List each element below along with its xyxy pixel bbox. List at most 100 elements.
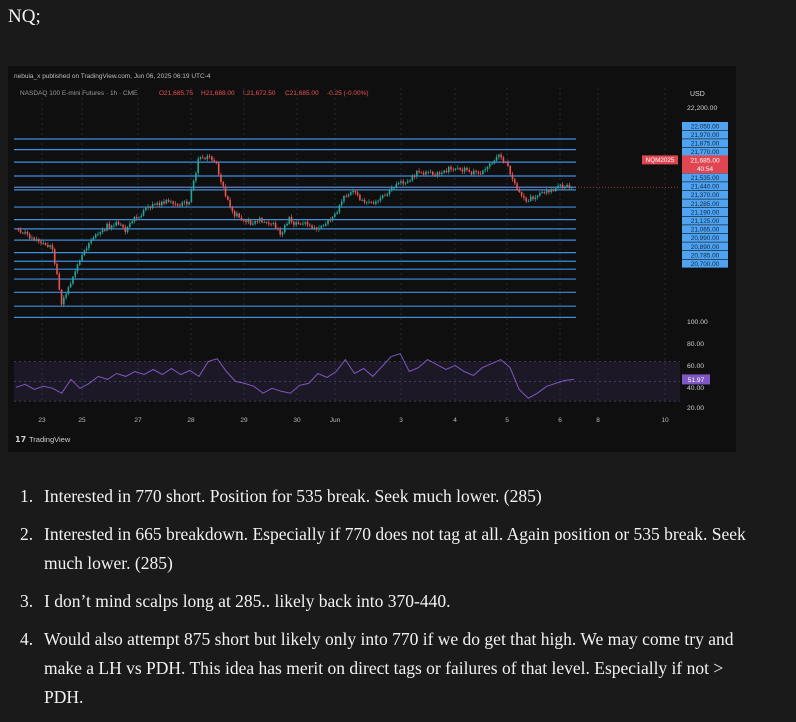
note-item: 4. Would also attempt 875 short but likel…: [20, 625, 760, 712]
candle-body: [131, 221, 133, 224]
candle-body: [329, 219, 332, 221]
candle-body: [199, 157, 202, 159]
candle-body: [167, 200, 170, 202]
candle-body: [195, 172, 197, 181]
candle-body: [518, 189, 521, 193]
current-price-label: 21,685.00: [690, 157, 720, 164]
note-text: I don’t mind scalps long at 285.. likely…: [44, 591, 451, 611]
note-number: 1.: [20, 486, 34, 506]
candle-body: [509, 165, 512, 175]
candle-body: [461, 169, 464, 172]
candle-body: [37, 239, 40, 242]
candle-body: [256, 221, 259, 222]
time-axis: 23 25 27 28 29 30 Jun 3 4 5 6 8 10: [38, 417, 669, 424]
note-number: 2.: [20, 524, 34, 544]
candle-body: [56, 263, 58, 275]
candle-body: [138, 217, 140, 219]
candle-body: [113, 225, 115, 227]
candle-body: [104, 229, 106, 231]
candle-body: [306, 222, 309, 225]
candle-body: [564, 186, 566, 189]
candle-body: [67, 287, 70, 295]
candle-body: [534, 197, 537, 200]
candle-body: [436, 172, 439, 176]
candle-body: [290, 217, 293, 222]
candle-body: [327, 219, 329, 224]
candle-body: [375, 201, 377, 204]
candle-body: [568, 184, 571, 188]
candle-body: [452, 169, 455, 171]
note-text: Interested in 665 breakdown. Especially …: [44, 524, 746, 573]
candle-body: [174, 203, 177, 205]
candle-body: [160, 201, 163, 206]
note-number: 3.: [20, 591, 34, 611]
candle-body: [63, 297, 65, 305]
candle-body: [422, 172, 425, 175]
candle-body: [147, 206, 149, 208]
candle-body: [297, 222, 300, 224]
rsi-tick-label: 60.00: [687, 363, 704, 370]
candle-body: [304, 222, 307, 224]
candle-body: [277, 227, 279, 230]
candle-body: [281, 232, 284, 235]
candle-body: [265, 222, 268, 223]
time-tick-label: 6: [558, 417, 562, 424]
rsi-tick-label: 40.00: [687, 385, 704, 392]
candle-body: [475, 170, 477, 173]
time-tick-label: 5: [505, 417, 509, 424]
candle-body: [24, 231, 26, 234]
candle-body: [233, 211, 236, 217]
note-item: 2. Interested in 665 breakdown. Especiall…: [20, 520, 760, 578]
candle-body: [545, 190, 548, 193]
candle-body: [60, 289, 63, 305]
candle-body: [354, 190, 357, 193]
candle-body: [42, 243, 45, 244]
chart-card[interactable]: nebula_x published on TradingView.com, J…: [8, 66, 736, 452]
candle-body: [370, 201, 373, 203]
candle-body: [242, 220, 245, 221]
time-tick-label: 28: [187, 417, 195, 424]
candle-body: [17, 228, 20, 230]
candle-body: [245, 220, 247, 223]
candle-body: [122, 224, 124, 228]
candle-body: [393, 187, 395, 189]
candle-body: [513, 179, 516, 184]
note-item: 1. Interested in 770 short. Position for …: [20, 482, 760, 511]
candle-body: [504, 162, 507, 163]
candle-body: [532, 196, 534, 200]
level-label: 21,285.00: [691, 201, 720, 208]
time-tick-label: 3: [399, 417, 403, 424]
time-tick-label: 25: [78, 417, 86, 424]
candle-body: [463, 167, 466, 172]
candle-body: [438, 172, 441, 175]
candle-body: [220, 174, 222, 183]
candle-body: [181, 202, 184, 206]
candle-body: [176, 204, 179, 206]
candle-body: [270, 223, 272, 225]
candle-body: [477, 172, 480, 174]
candle-body: [231, 207, 234, 212]
candle-body: [491, 163, 493, 165]
rsi-pane: [14, 353, 680, 402]
candle-body: [431, 171, 434, 175]
candle-body: [165, 200, 168, 204]
post-title: NQ;: [8, 6, 41, 27]
candle-body: [283, 225, 286, 233]
candle-body: [268, 222, 270, 224]
candle-body: [418, 171, 420, 173]
candle-body: [516, 183, 518, 190]
candle-body: [479, 173, 482, 175]
candle-body: [550, 189, 553, 193]
candle-body: [92, 237, 95, 240]
candle-body: [192, 180, 195, 190]
candle-body: [406, 181, 409, 183]
candle-body: [554, 188, 557, 191]
ohlc-change: -0.25 (-0.00%): [327, 90, 369, 97]
candle-body: [309, 224, 311, 226]
candle-body: [347, 194, 350, 197]
candle-body: [97, 233, 99, 235]
price-tick-label: 22,200.00: [687, 105, 717, 112]
price-chart[interactable]: nebula_x published on TradingView.com, J…: [8, 66, 736, 452]
candle-body: [129, 223, 131, 227]
candle-body: [201, 157, 204, 159]
